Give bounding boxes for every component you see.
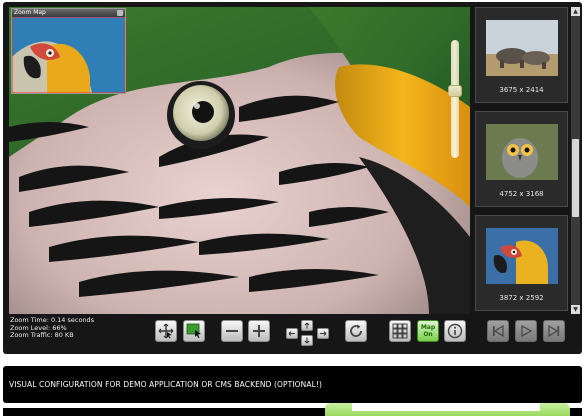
parrot-thumbnail-icon <box>486 228 558 284</box>
scroll-down-icon[interactable]: ▼ <box>571 305 580 314</box>
last-icon <box>548 324 560 338</box>
zoom-map-titlebar: Zoom Map <box>12 9 125 17</box>
close-icon[interactable] <box>117 10 123 16</box>
zoom-map-panel[interactable]: Zoom Map <box>11 8 126 94</box>
zoom-out-icon <box>226 330 238 332</box>
play-button[interactable] <box>515 320 537 342</box>
reset-icon <box>350 324 362 337</box>
zoom-map-title: Zoom Map <box>14 9 46 16</box>
pan-down-button[interactable] <box>301 335 313 346</box>
zoom-traffic-text: Zoom Traffic: 80 KB <box>10 331 74 339</box>
image-size-label: 3872 x 2592 <box>499 294 544 302</box>
status-info: Zoom Time: 0.14 seconds Zoom Level: 66% … <box>10 316 94 340</box>
pan-button[interactable] <box>155 320 177 342</box>
parrot-icon[interactable] <box>11 16 126 94</box>
select-zoom-icon <box>186 323 201 338</box>
info-icon <box>447 323 463 339</box>
select-zoom-button[interactable] <box>183 320 205 342</box>
image-size-label: 4752 x 3168 <box>499 190 544 198</box>
image-size-label: 3675 x 2414 <box>499 86 544 94</box>
config-bar[interactable]: VISUAL CONFIGURATION FOR DEMO APPLICATIO… <box>3 366 582 403</box>
pan-up-icon <box>304 322 310 329</box>
zoom-in-icon <box>253 325 265 337</box>
pan-right-icon <box>320 331 327 336</box>
scrollbar-thumb[interactable] <box>572 139 579 217</box>
pan-up-button[interactable] <box>301 320 313 331</box>
zoom-in-button[interactable] <box>248 320 270 342</box>
map-toggle-label-bottom: On <box>423 331 433 338</box>
play-icon <box>521 324 533 338</box>
zoom-slider-handle[interactable] <box>448 85 462 97</box>
owl-thumbnail-icon <box>486 124 558 180</box>
map-toggle-button[interactable]: Map On <box>417 320 439 342</box>
last-button[interactable] <box>543 320 565 342</box>
pan-left-button[interactable] <box>286 328 298 339</box>
image-gallery: 3675 x 2414 4752 x 3168 3872 x 2592 <box>475 7 572 314</box>
bottom-tab-inner <box>352 403 540 411</box>
gallery-item[interactable]: 4752 x 3168 <box>475 111 568 207</box>
pan-icon <box>158 323 174 339</box>
config-label[interactable]: VISUAL CONFIGURATION FOR DEMO APPLICATIO… <box>9 380 322 389</box>
rhino-thumbnail-icon <box>486 20 558 76</box>
first-icon <box>493 324 504 338</box>
scroll-up-icon[interactable]: ▲ <box>571 7 580 16</box>
pan-right-button[interactable] <box>317 328 329 339</box>
gallery-item[interactable]: 3872 x 2592 <box>475 215 568 311</box>
map-toggle-label-top: Map <box>420 324 436 331</box>
grid-icon <box>392 323 408 339</box>
pan-left-icon <box>288 331 295 336</box>
pan-down-icon <box>304 337 310 344</box>
zoom-viewer-app: Zoom Map 3675 x 2414 4752 x 3168 3872 x … <box>0 0 585 416</box>
info-button[interactable] <box>444 320 466 342</box>
first-button[interactable] <box>487 320 509 342</box>
zoom-out-button[interactable] <box>221 320 243 342</box>
zoom-slider[interactable] <box>448 40 462 158</box>
reset-button[interactable] <box>345 320 367 342</box>
gallery-grid-button[interactable] <box>389 320 411 342</box>
gallery-scrollbar[interactable]: ▲ ▼ <box>571 7 580 314</box>
gallery-item[interactable]: 3675 x 2414 <box>475 7 568 103</box>
viewer-frame: Zoom Map 3675 x 2414 4752 x 3168 3872 x … <box>3 2 582 354</box>
